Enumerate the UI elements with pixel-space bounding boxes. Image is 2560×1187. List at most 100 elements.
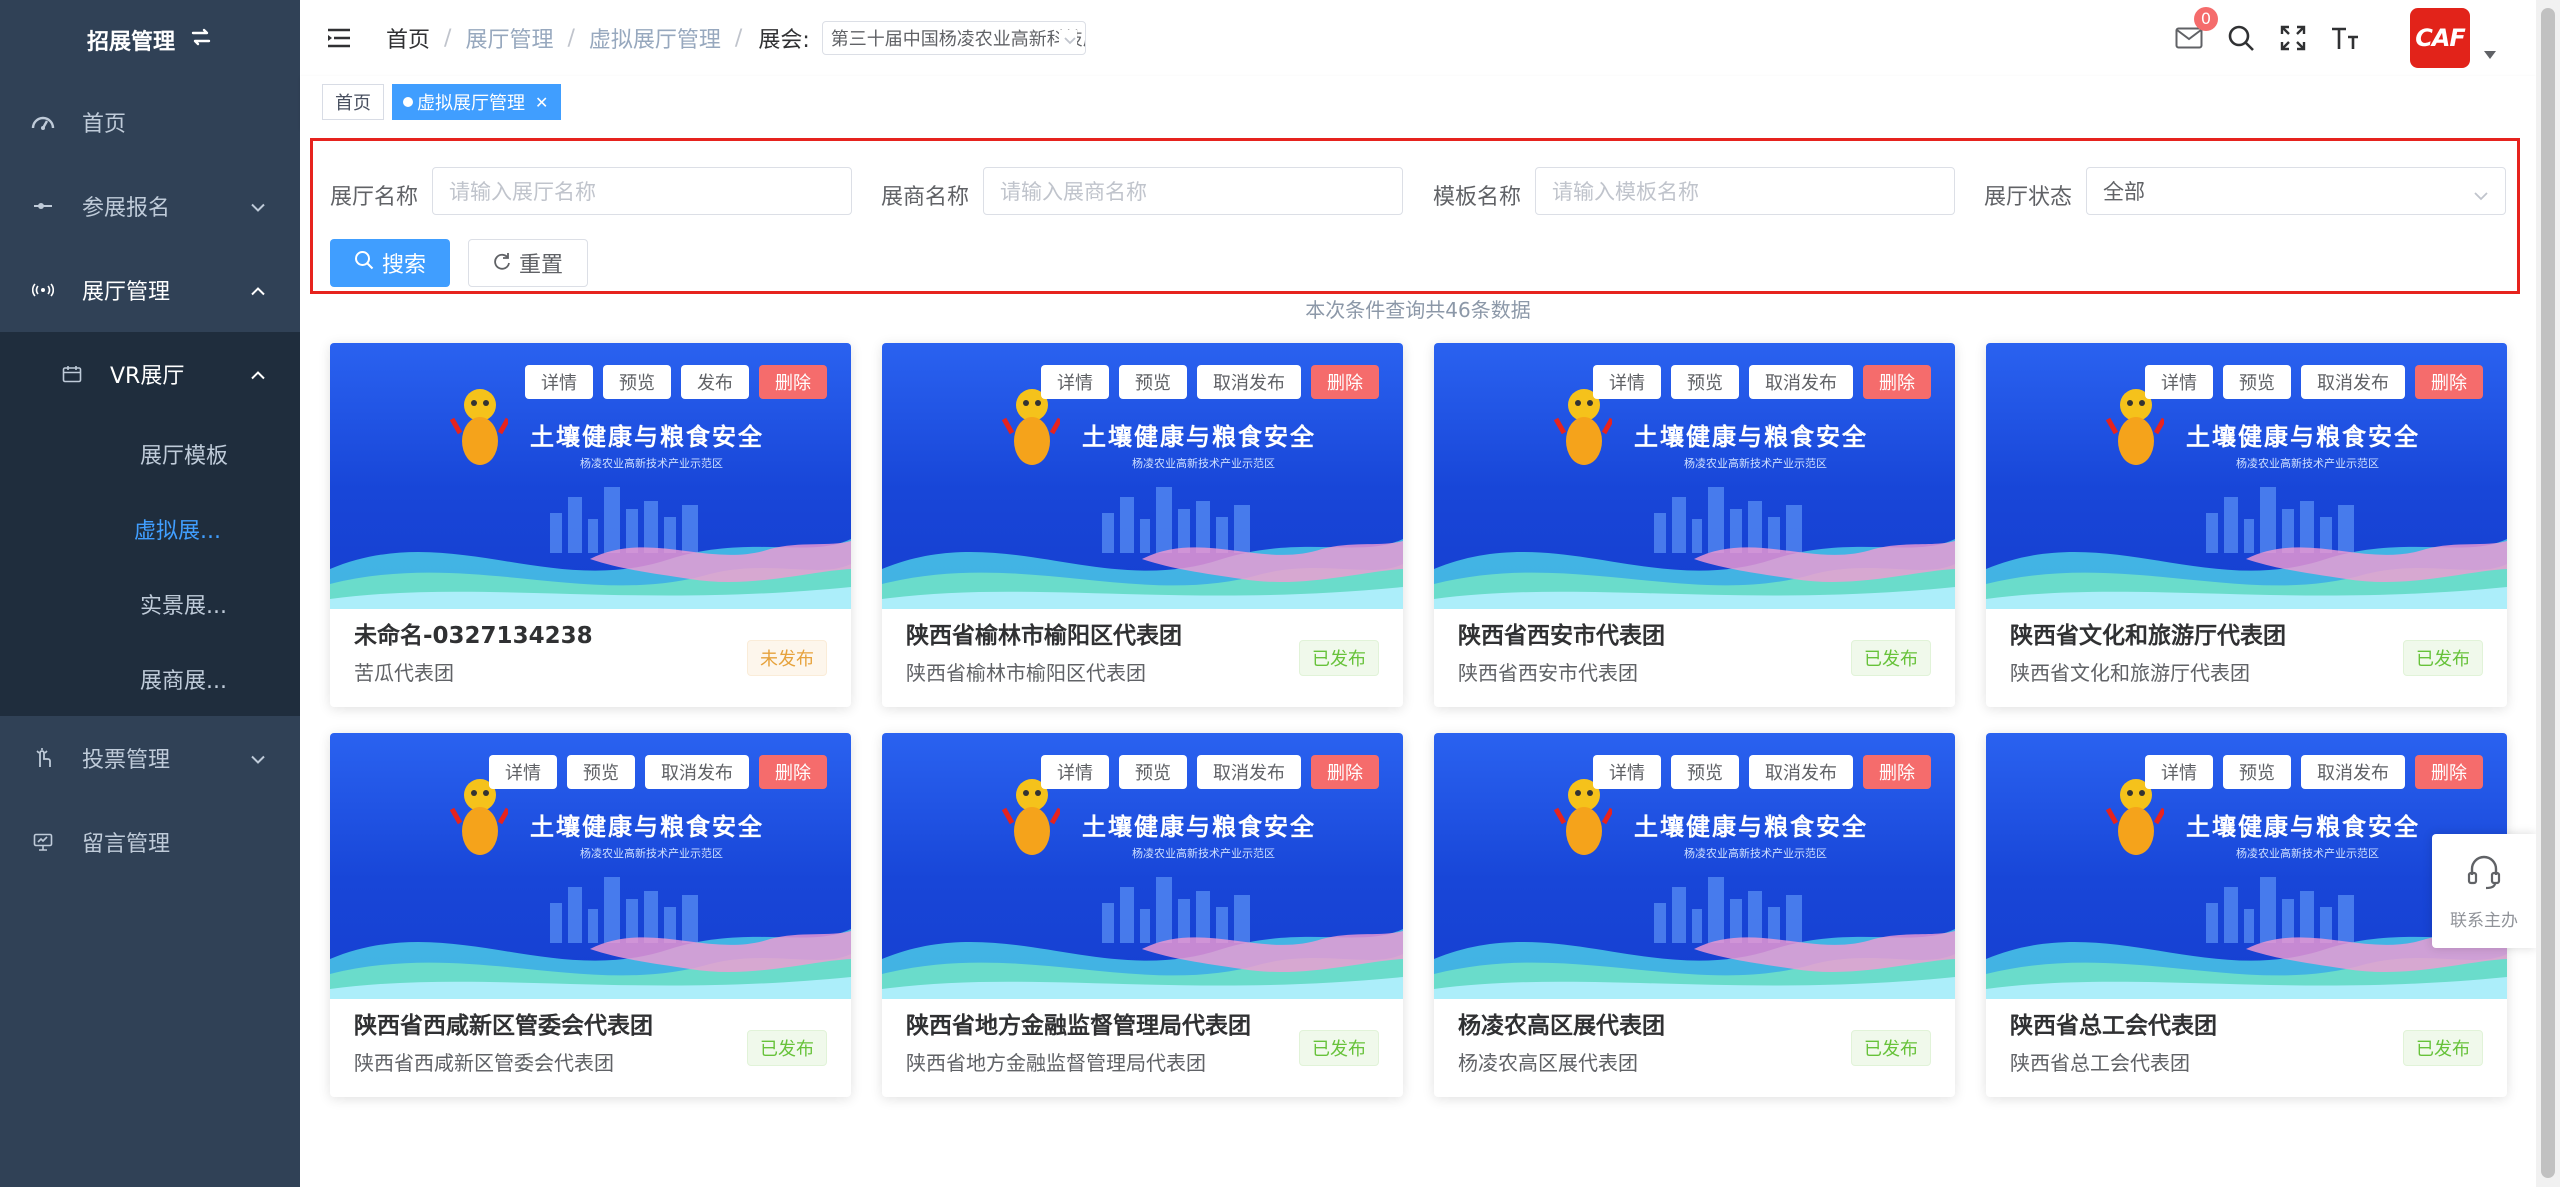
sidebar-item-hall-template[interactable]: 展厅模板 [0,416,300,491]
sidebar-item-signup[interactable]: 参展报名 [0,164,300,248]
detail-button[interactable]: 详情 [2145,755,2213,789]
preview-button[interactable]: 预览 [1671,755,1739,789]
expo-select[interactable]: 第三十届中国杨凌农业高新科技成果博览会 [821,21,1086,55]
switch-icon[interactable] [189,26,213,54]
sidebar-item-virtual-hall[interactable]: 虚拟展... [0,491,300,566]
detail-button[interactable]: 详情 [489,755,557,789]
hall-cover-image: 土壤健康与粮食安全 杨凌农业高新技术产业示范区 详情 预览 取消发布 删除 [1986,343,2507,609]
unpublish-button[interactable]: 取消发布 [2301,365,2405,399]
caret-down-icon[interactable] [2484,44,2496,63]
wave-image [1434,539,1955,609]
hall-card[interactable]: 土壤健康与粮食安全 杨凌农业高新技术产业示范区 详情 预览 取消发布 删除 陕西… [882,733,1403,1097]
hall-card[interactable]: 土壤健康与粮食安全 杨凌农业高新技术产业示范区 详情 预览 取消发布 删除 杨凌… [1434,733,1955,1097]
breadcrumb-home[interactable]: 首页 [386,22,430,54]
page-scrollbar[interactable] [2536,0,2560,1187]
chevron-up-icon [250,278,266,303]
preview-button[interactable]: 预览 [1119,365,1187,399]
unpublish-button[interactable]: 取消发布 [1197,365,1301,399]
delete-button[interactable]: 删除 [759,755,827,789]
hall-card[interactable]: 土壤健康与粮食安全 杨凌农业高新技术产业示范区 详情 预览 发布 删除 未命名-… [330,343,851,707]
reset-button[interactable]: 重置 [468,239,588,287]
hall-card-body: 陕西省西安市代表团 陕西省西安市代表团 已发布 [1434,609,1955,707]
sidebar-item-real-hall[interactable]: 实景展... [0,566,300,641]
cover-banner-text: 土壤健康与粮食安全 [530,423,764,451]
delete-button[interactable]: 删除 [759,365,827,399]
cover-sub-text: 杨凌农业高新技术产业示范区 [1684,847,1827,860]
detail-button[interactable]: 详情 [2145,365,2213,399]
mail-icon[interactable]: 0 [2172,7,2218,55]
close-icon[interactable]: ✕ [535,93,548,112]
search-button[interactable]: 搜索 [330,239,450,287]
exhibitor-name-input[interactable]: 请输入展商名称 [983,167,1403,215]
sidebar-item-label: 留言管理 [82,832,171,857]
detail-button[interactable]: 详情 [1593,365,1661,399]
signup-icon [30,193,56,219]
cover-sub-text: 杨凌农业高新技术产业示范区 [1132,847,1275,860]
headset-icon [2464,851,2504,896]
sidebar-item-hall-management[interactable]: 展厅管理 [0,248,300,332]
hall-status-select[interactable]: 全部 [2086,167,2506,215]
preview-button[interactable]: 预览 [1119,755,1187,789]
hall-name-label: 展厅名称 [330,185,419,210]
preview-button[interactable]: 预览 [1671,365,1739,399]
wave-image [882,539,1403,609]
avatar[interactable]: CAF [2410,8,2470,68]
unpublish-button[interactable]: 取消发布 [1749,365,1853,399]
publish-button[interactable]: 发布 [681,365,749,399]
hall-card[interactable]: 土壤健康与粮食安全 杨凌农业高新技术产业示范区 详情 预览 取消发布 删除 陕西… [882,343,1403,707]
sidebar-item-message[interactable]: 留言管理 [0,800,300,884]
tag-home[interactable]: 首页 [322,84,384,120]
detail-button[interactable]: 详情 [1041,365,1109,399]
fullscreen-icon[interactable] [2276,21,2310,55]
sidebar-item-exhibitor-hall[interactable]: 展商展... [0,641,300,716]
sidebar-item-vote[interactable]: 投票管理 [0,716,300,800]
hamburger-icon[interactable] [326,27,352,49]
unpublish-button[interactable]: 取消发布 [1749,755,1853,789]
hall-card[interactable]: 土壤健康与粮食安全 杨凌农业高新技术产业示范区 详情 预览 取消发布 删除 陕西… [1434,343,1955,707]
preview-button[interactable]: 预览 [603,365,671,399]
tag-virtual-hall[interactable]: 虚拟展厅管理 ✕ [392,84,562,120]
hall-name-input[interactable]: 请输入展厅名称 [432,167,852,215]
template-name-label: 模板名称 [1433,185,1522,210]
refresh-icon [493,251,511,276]
broadcast-icon [30,277,56,303]
hall-card[interactable]: 土壤健康与粮食安全 杨凌农业高新技术产业示范区 详情 预览 取消发布 删除 陕西… [1986,343,2507,707]
scrollbar-thumb[interactable] [2541,8,2555,1178]
search-icon[interactable] [2224,21,2258,55]
delete-button[interactable]: 删除 [1863,755,1931,789]
delete-button[interactable]: 删除 [2415,755,2483,789]
template-name-input[interactable]: 请输入模板名称 [1535,167,1955,215]
unpublish-button[interactable]: 取消发布 [2301,755,2405,789]
unpublish-button[interactable]: 取消发布 [1197,755,1301,789]
hall-cover-image: 土壤健康与粮食安全 杨凌农业高新技术产业示范区 详情 预览 取消发布 删除 [1434,733,1955,999]
hall-card[interactable]: 土壤健康与粮食安全 杨凌农业高新技术产业示范区 详情 预览 取消发布 删除 陕西… [330,733,851,1097]
cover-sub-text: 杨凌农业高新技术产业示范区 [1684,457,1827,470]
delete-button[interactable]: 删除 [1863,365,1931,399]
sidebar-item-vr-hall[interactable]: VR展厅 [0,332,300,416]
delete-button[interactable]: 删除 [2415,365,2483,399]
preview-button[interactable]: 预览 [2223,755,2291,789]
sidebar-item-home[interactable]: 首页 [0,80,300,164]
hall-card[interactable]: 土壤健康与粮食安全 杨凌农业高新技术产业示范区 详情 预览 取消发布 删除 陕西… [1986,733,2507,1097]
hall-status-value: 全部 [2103,180,2145,204]
tags-view: 首页 虚拟展厅管理 ✕ [300,76,2536,129]
delete-button[interactable]: 删除 [1311,755,1379,789]
hall-cover-image: 土壤健康与粮食安全 杨凌农业高新技术产业示范区 详情 预览 发布 删除 [330,343,851,609]
detail-button[interactable]: 详情 [1041,755,1109,789]
preview-button[interactable]: 预览 [567,755,635,789]
contact-organizer-button[interactable]: 联系主办 [2432,834,2536,948]
main-content: 展厅名称 请输入展厅名称 展商名称 请输入展商名称 模板名称 请输入模板名称 展… [300,128,2536,1187]
cover-sub-text: 杨凌农业高新技术产业示范区 [580,847,723,860]
font-size-icon[interactable] [2328,21,2362,55]
hall-cover-image: 土壤健康与粮食安全 杨凌农业高新技术产业示范区 详情 预览 取消发布 删除 [330,733,851,999]
wave-image [1434,929,1955,999]
hall-card-body: 杨凌农高区展代表团 杨凌农高区展代表团 已发布 [1434,999,1955,1097]
sidebar-item-label: 投票管理 [82,748,171,773]
unpublish-button[interactable]: 取消发布 [645,755,749,789]
hall-card-title: 陕西省西咸新区管委会代表团 [354,1013,653,1039]
detail-button[interactable]: 详情 [525,365,593,399]
detail-button[interactable]: 详情 [1593,755,1661,789]
preview-button[interactable]: 预览 [2223,365,2291,399]
delete-button[interactable]: 删除 [1311,365,1379,399]
cover-banner-text: 土壤健康与粮食安全 [530,813,764,841]
